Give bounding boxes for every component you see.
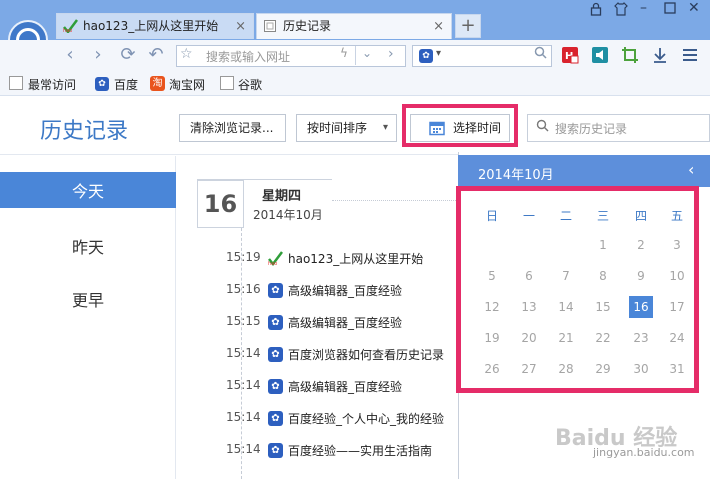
adblock-icon[interactable]: H <box>561 46 579 64</box>
entry-link[interactable]: 百度经验——实用生活指南 <box>288 442 432 459</box>
date-number: 16 <box>197 180 244 228</box>
page-title: 历史记录 <box>40 119 129 144</box>
search-icon <box>536 119 549 136</box>
search-engine-box[interactable] <box>412 45 552 67</box>
sidebar-item-today[interactable]: 今天 <box>0 178 176 202</box>
entry-time: 15:14 <box>226 442 261 456</box>
engine-dropdown-icon[interactable]: ▾ <box>436 48 441 59</box>
bookmark-baidu[interactable]: 百度 <box>114 76 138 93</box>
sort-label: 按时间排序 <box>307 121 368 135</box>
clear-history-button[interactable]: 清除浏览记录... <box>179 114 286 142</box>
watermark-url: jingyan.baidu.com <box>593 446 695 459</box>
lightning-icon[interactable]: ϟ <box>340 46 348 60</box>
paw-icon: ✿ <box>268 283 283 298</box>
paw-icon: ✿ <box>268 411 283 426</box>
star-icon[interactable]: ☆ <box>180 46 193 62</box>
entry-time: 15:19 <box>226 250 261 264</box>
bookmark-taobao[interactable]: 淘宝网 <box>169 76 205 93</box>
address-divider <box>355 46 356 65</box>
refresh-button[interactable]: ⟳ <box>118 44 138 66</box>
entry-time: 15:14 <box>226 346 261 360</box>
crop-icon[interactable] <box>621 46 639 64</box>
tab-hao123[interactable]: hao hao123_上网从这里开始 × <box>56 13 254 39</box>
highlight-box <box>456 186 699 393</box>
calendar-title: 2014年10月 <box>478 168 554 183</box>
entry-link[interactable]: 高级编辑器_百度经验 <box>288 314 402 331</box>
svg-text:hao: hao <box>63 28 72 33</box>
entry-link[interactable]: 高级编辑器_百度经验 <box>288 282 402 299</box>
page-icon <box>220 76 234 90</box>
undo-button[interactable]: ↶ <box>146 44 166 66</box>
close-tab-icon[interactable]: × <box>235 14 246 39</box>
entry-link[interactable]: hao123_上网从这里开始 <box>288 250 423 267</box>
go-icon[interactable]: › <box>388 46 394 62</box>
new-tab-button[interactable]: + <box>455 14 481 38</box>
back-button[interactable]: ‹ <box>60 44 80 66</box>
close-window-icon[interactable]: ✕ <box>688 0 700 16</box>
paw-icon: ✿ <box>268 315 283 330</box>
entry-time: 15:15 <box>226 314 261 328</box>
entry-link[interactable]: 百度浏览器如何查看历史记录 <box>288 346 444 363</box>
tab-history[interactable]: 历史记录 × <box>256 13 452 39</box>
entry-time: 15:14 <box>226 378 261 392</box>
speaker-icon[interactable] <box>591 46 609 64</box>
hao123-icon: hao <box>63 19 78 33</box>
sidebar-item-earlier[interactable]: 更早 <box>0 287 176 311</box>
tab-label: 历史记录 <box>283 19 332 33</box>
menu-icon[interactable] <box>681 46 699 64</box>
search-icon[interactable] <box>534 46 547 63</box>
sort-by-time-dropdown[interactable]: 按时间排序 ▾ <box>296 114 397 142</box>
bookmark-google[interactable]: 谷歌 <box>238 76 262 93</box>
chevron-down-icon: ▾ <box>383 122 389 133</box>
taobao-icon: 淘 <box>150 76 165 91</box>
svg-text:hao: hao <box>268 261 277 266</box>
page-icon <box>264 20 276 32</box>
dropdown-icon[interactable]: ⌄ <box>362 46 372 60</box>
weekday-label: 星期四 <box>262 189 302 204</box>
tab-label: hao123_上网从这里开始 <box>83 19 219 33</box>
close-tab-icon[interactable]: × <box>433 14 444 39</box>
entry-link[interactable]: 高级编辑器_百度经验 <box>288 378 402 395</box>
download-icon[interactable] <box>651 46 669 64</box>
paw-icon: ✿ <box>268 443 283 458</box>
chevron-left-icon[interactable]: ‹ <box>688 160 694 179</box>
entry-time: 15:14 <box>226 410 261 424</box>
skin-icon[interactable] <box>614 2 628 19</box>
lock-icon[interactable] <box>590 2 602 19</box>
paw-icon: ✿ <box>95 77 109 91</box>
history-search-placeholder: 搜索历史记录 <box>555 122 628 136</box>
minimize-icon[interactable]: – <box>640 0 647 16</box>
entry-time: 15:16 <box>226 282 261 296</box>
address-placeholder: 搜索或输入网址 <box>206 50 291 64</box>
hao123-icon: hao <box>268 251 283 267</box>
sidebar-item-yesterday[interactable]: 昨天 <box>0 234 176 258</box>
maximize-icon[interactable] <box>664 2 676 17</box>
page-icon <box>9 76 23 90</box>
entry-link[interactable]: 百度经验_个人中心_我的经验 <box>288 410 444 427</box>
bookmark-most-visited[interactable]: 最常访问 <box>28 76 76 93</box>
month-label: 2014年10月 <box>253 208 323 222</box>
divider <box>332 200 460 201</box>
paw-icon[interactable]: ✿ <box>419 49 433 63</box>
paw-icon: ✿ <box>268 347 283 362</box>
forward-button[interactable]: › <box>88 44 108 66</box>
paw-icon: ✿ <box>268 379 283 394</box>
highlight-box <box>402 104 518 147</box>
